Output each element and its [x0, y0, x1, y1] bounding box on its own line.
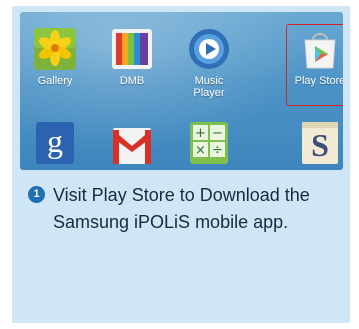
- app-label: Gallery: [37, 75, 73, 87]
- app-music-player[interactable]: Music Player: [172, 26, 246, 99]
- app-label: DMB: [119, 75, 145, 87]
- app-gallery[interactable]: Gallery: [20, 26, 92, 87]
- app-gmail[interactable]: [95, 118, 169, 164]
- svg-text:−: −: [212, 126, 223, 141]
- app-dmb[interactable]: DMB: [95, 26, 169, 87]
- svg-text:S: S: [311, 127, 329, 163]
- app-label: Music Player: [193, 75, 225, 99]
- svg-text:+: +: [195, 126, 206, 141]
- app-calculator[interactable]: + − × ÷: [172, 118, 246, 164]
- instruction-card: Gallery DMB Music Player Play Store g + …: [12, 6, 350, 323]
- app-play-store[interactable]: Play Store: [283, 26, 343, 87]
- calculator-icon: + − × ÷: [190, 122, 228, 164]
- app-s-note[interactable]: S: [283, 118, 343, 164]
- step-number-badge: 1: [28, 186, 45, 203]
- svg-text:×: ×: [195, 143, 206, 158]
- s-note-icon: S: [302, 122, 338, 164]
- app-google-search[interactable]: g: [20, 118, 92, 164]
- instruction-text: Visit Play Store to Download the Samsung…: [53, 185, 310, 232]
- google-search-icon: g: [36, 122, 74, 164]
- gallery-icon: [34, 28, 76, 70]
- dmb-icon: [112, 29, 152, 69]
- play-store-icon: [304, 33, 336, 69]
- music-player-icon: [189, 29, 229, 69]
- phone-app-drawer: Gallery DMB Music Player Play Store g + …: [20, 12, 343, 170]
- svg-text:g: g: [47, 123, 63, 159]
- app-label: Play Store: [294, 75, 343, 87]
- svg-text:÷: ÷: [212, 143, 223, 158]
- gmail-icon: [113, 128, 151, 164]
